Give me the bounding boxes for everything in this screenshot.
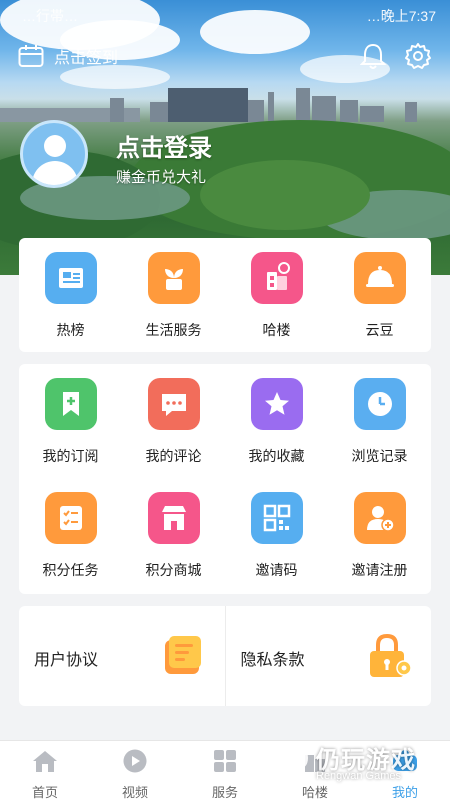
nav-label: 首页 — [31, 785, 58, 800]
points-mall-icon — [147, 492, 200, 544]
grid-label: 热榜 — [56, 322, 85, 338]
nav-services[interactable]: 服务 — [180, 749, 270, 800]
grid-label: 生活服务 — [145, 322, 202, 338]
checkin-button[interactable]: 点击签到 — [18, 44, 118, 68]
grid-label: 哈楼 — [262, 322, 291, 338]
user-agreement-label: 用户协议 — [34, 652, 99, 669]
grid-item-points-tasks[interactable]: 积分任务 — [19, 492, 122, 580]
privacy-policy-link[interactable]: 隐私条款 — [224, 606, 432, 706]
qr-code-icon — [250, 492, 303, 544]
city-skyline — [0, 82, 450, 122]
my-features-card: 我的订阅 我的评论 我的收藏 浏览记录 积分任务 积分商城 邀请码 邀请注册 — [19, 364, 431, 594]
bell-icon[interactable] — [360, 42, 386, 70]
grid-label: 我的订阅 — [42, 448, 99, 464]
status-right: …晚上7:37 — [366, 8, 436, 24]
login-subtitle: 赚金币兑大礼 — [116, 169, 207, 186]
user-agreement-link[interactable]: 用户协议 — [19, 606, 225, 706]
points-task-icon — [44, 492, 97, 544]
subscribe-icon — [44, 378, 97, 430]
nav-home[interactable]: 首页 — [0, 749, 90, 800]
grid-item-invite-register[interactable]: 邀请注册 — [328, 492, 431, 580]
invite-user-icon — [353, 492, 406, 544]
grid-label: 邀请码 — [255, 562, 298, 578]
grid-label: 积分商城 — [145, 562, 202, 578]
login-title[interactable]: 点击登录 — [116, 128, 212, 163]
hot-list-icon — [44, 252, 97, 304]
avatar-body-shape — [32, 161, 78, 185]
watermark-subtext: Rengwan Games — [316, 770, 401, 782]
nav-video[interactable]: 视频 — [90, 749, 180, 800]
nav-label: 视频 — [121, 785, 148, 800]
favorite-star-icon — [250, 378, 303, 430]
video-play-icon — [123, 749, 147, 773]
comment-icon — [147, 378, 200, 430]
legal-links-card: 用户协议 隐私条款 — [19, 606, 431, 706]
avatar[interactable] — [20, 120, 88, 188]
home-icon — [33, 751, 57, 772]
grid-item-life-service[interactable]: 生活服务 — [122, 252, 225, 340]
life-service-icon — [147, 252, 200, 304]
avatar-head-shape — [44, 135, 66, 157]
grid-label: 我的收藏 — [248, 448, 305, 464]
grid-item-my-favorites[interactable]: 我的收藏 — [225, 378, 328, 466]
grid-item-invite-code[interactable]: 邀请码 — [225, 492, 328, 580]
profile-header: …行帯… …晚上7:37 点击签到 点击登录 赚金币兑大礼 — [0, 0, 450, 275]
calendar-icon — [18, 45, 44, 67]
nav-label: 服务 — [211, 785, 238, 800]
grid-item-cloud-bean[interactable]: 云豆 — [328, 252, 431, 340]
ha-lou-icon — [250, 252, 303, 304]
services-grid-icon — [214, 750, 236, 772]
grid-item-ha-lou[interactable]: 哈楼 — [225, 252, 328, 340]
grid-label: 云豆 — [365, 322, 394, 338]
grid-label: 邀请注册 — [351, 562, 408, 578]
grid-label: 积分任务 — [42, 562, 99, 578]
checkin-label: 点击签到 — [54, 50, 119, 67]
status-left: …行帯… — [22, 8, 78, 24]
history-clock-icon — [353, 378, 406, 430]
quick-services-card: 热榜 生活服务 哈楼 云豆 — [19, 238, 431, 352]
grid-label: 我的评论 — [145, 448, 202, 464]
status-bar: …行帯… …晚上7:37 — [0, 0, 450, 28]
grid-item-browse-history[interactable]: 浏览记录 — [328, 378, 431, 466]
watermark-logo-icon — [276, 744, 308, 786]
grid-item-points-mall[interactable]: 积分商城 — [122, 492, 225, 580]
watermark-logo: 仍玩游戏 Rengwan Games — [272, 740, 442, 792]
grid-item-my-comments[interactable]: 我的评论 — [122, 378, 225, 466]
lock-icon — [369, 633, 412, 677]
privacy-policy-label: 隐私条款 — [240, 652, 305, 669]
grid-item-hot-list[interactable]: 热榜 — [19, 252, 122, 340]
document-note-icon — [165, 636, 201, 674]
cloud-bean-icon — [353, 252, 406, 304]
grid-item-my-subscriptions[interactable]: 我的订阅 — [19, 378, 122, 466]
settings-gear-icon[interactable] — [404, 42, 432, 70]
grid-label: 浏览记录 — [351, 448, 408, 464]
